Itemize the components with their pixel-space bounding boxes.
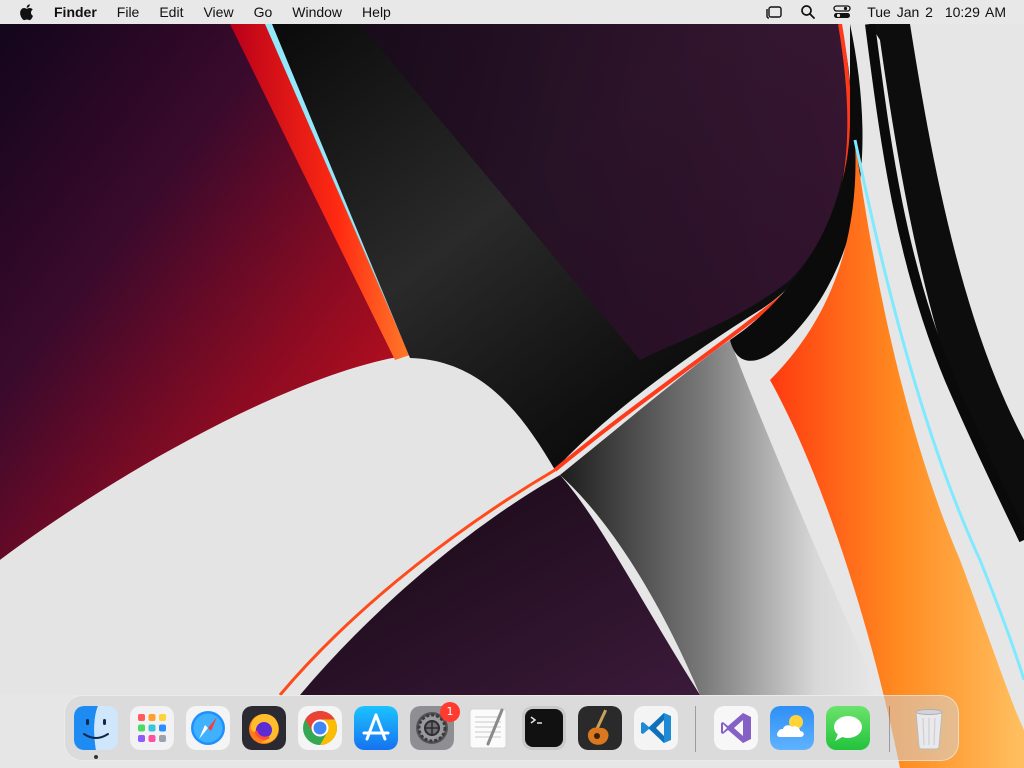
menu-window[interactable]: Window [282, 0, 352, 24]
dock-trash-icon[interactable] [907, 706, 951, 750]
menu-bar: Finder File Edit View Go Window Help Tue… [0, 0, 1024, 24]
menu-bar-clock[interactable]: Tue Jan 2 10:29 AM [867, 4, 1006, 20]
menu-file[interactable]: File [107, 0, 150, 24]
dock-chrome-icon[interactable] [298, 706, 342, 750]
dock-firefox-icon[interactable] [242, 706, 286, 750]
dock-visual-studio-icon[interactable] [714, 706, 758, 750]
stage-manager-icon[interactable] [763, 1, 785, 23]
dock-separator [695, 706, 696, 752]
system-settings-notification-badge: 1 [440, 702, 460, 722]
menu-go[interactable]: Go [244, 0, 283, 24]
spotlight-search-icon[interactable] [797, 1, 819, 23]
dock-garageband-icon[interactable] [578, 706, 622, 750]
dock-app-store-icon[interactable] [354, 706, 398, 750]
dock-finder-icon[interactable] [74, 706, 118, 750]
dock-vscode-icon[interactable] [634, 706, 678, 750]
menu-view[interactable]: View [193, 0, 243, 24]
menu-help[interactable]: Help [352, 0, 401, 24]
dock-safari-icon[interactable] [186, 706, 230, 750]
apple-menu-icon[interactable] [16, 2, 36, 22]
menu-app-name[interactable]: Finder [54, 0, 107, 24]
clock-date: Tue Jan 2 [867, 4, 933, 20]
dock-terminal-icon[interactable] [522, 706, 566, 750]
dock-launchpad-icon[interactable] [130, 706, 174, 750]
clock-time: 10:29 AM [944, 4, 1006, 20]
finder-running-indicator [94, 755, 98, 759]
dock-weather-icon[interactable] [770, 706, 814, 750]
dock-separator-trash [889, 706, 890, 752]
dock-textedit-icon[interactable] [466, 706, 510, 750]
dock-messages-icon[interactable] [826, 706, 870, 750]
control-center-icon[interactable] [831, 1, 853, 23]
desktop-wallpaper [0, 0, 1024, 768]
menu-edit[interactable]: Edit [149, 0, 193, 24]
dock: 1 [64, 695, 959, 761]
